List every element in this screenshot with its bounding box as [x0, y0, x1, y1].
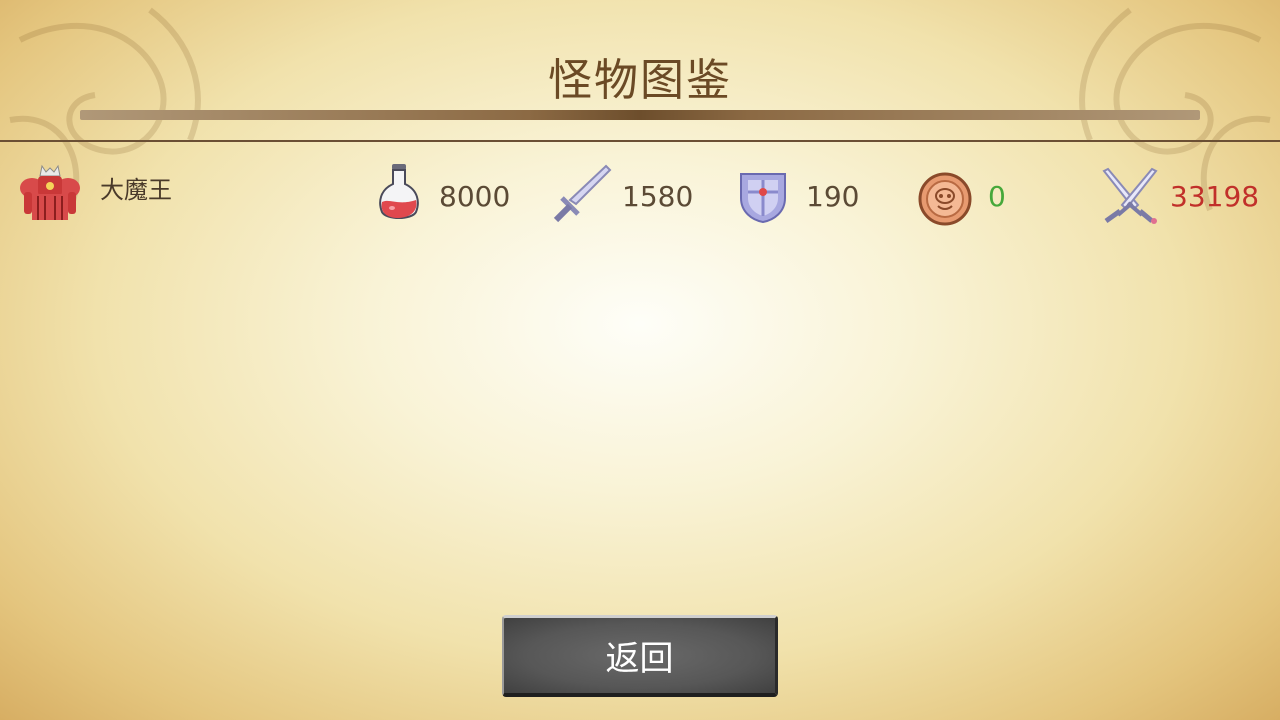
crossed-swords-icon [1102, 167, 1158, 224]
gold-value: 0 [988, 180, 1006, 213]
attack-value: 1580 [622, 180, 694, 213]
demon-king-icon [20, 164, 80, 220]
back-button-label: 返回 [605, 639, 674, 679]
page-title: 怪物图鉴 [548, 55, 732, 106]
header-divider [0, 140, 1280, 142]
sword-icon [553, 164, 612, 223]
potion-icon [379, 164, 419, 219]
coin-icon [918, 172, 972, 226]
monster-name: 大魔王 [100, 176, 172, 204]
back-button[interactable]: 返回 [502, 615, 778, 697]
title-underline [80, 110, 1200, 120]
defense-value: 190 [806, 180, 860, 213]
monster-row[interactable]: 大魔王 8000 1580 190 0 33198 [0, 160, 1280, 230]
shield-icon [740, 173, 786, 224]
damage-value: 33198 [1170, 180, 1260, 213]
hp-value: 8000 [439, 180, 511, 213]
